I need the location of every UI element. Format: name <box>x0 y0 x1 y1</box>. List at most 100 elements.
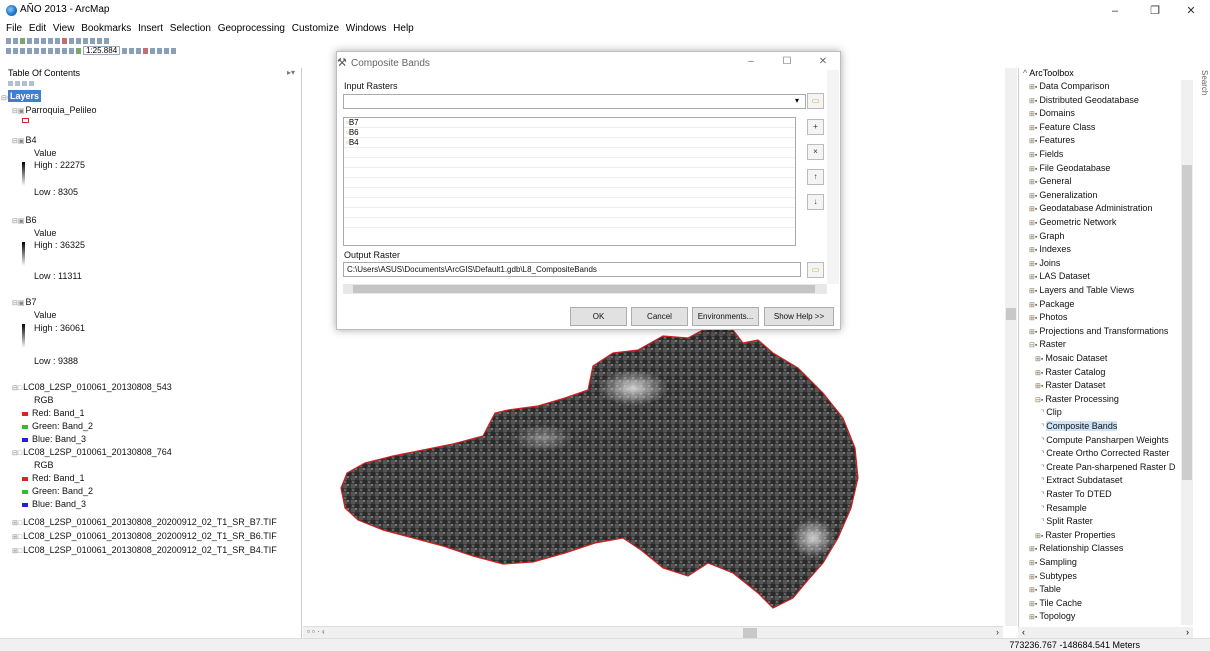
menu-view[interactable]: View <box>53 23 75 34</box>
map-vertical-scrollbar[interactable] <box>1005 68 1017 626</box>
toolbox-item[interactable]: ⊞▪ Features <box>1029 134 1075 147</box>
toolbox-item[interactable]: ⊞▪ Indexes <box>1029 243 1071 256</box>
toolbox-item[interactable]: ⌝ Raster To DTED <box>1041 488 1112 501</box>
menu-customize[interactable]: Customize <box>292 23 339 34</box>
layer-composite-764[interactable]: ⊟□LC08_L2SP_010061_20130808_764 <box>12 447 172 457</box>
paste-icon[interactable] <box>48 47 53 54</box>
toolbox-item[interactable]: ⊞▪ Domains <box>1029 107 1075 120</box>
input-rasters-list[interactable]: ▫B7 ▫B6 ▫B4 <box>343 117 796 246</box>
open-icon[interactable] <box>13 47 18 54</box>
close-button[interactable]: ✕ <box>1176 2 1206 20</box>
toolbox-item[interactable]: ⌝ Composite Bands <box>1041 420 1118 433</box>
scroll-thumb[interactable] <box>743 628 757 638</box>
dialog-vertical-scrollbar[interactable] <box>827 70 839 284</box>
fixed-zoom-out-icon[interactable] <box>41 37 46 44</box>
scroll-thumb[interactable] <box>1006 308 1016 320</box>
toolbox-item[interactable]: ⊞▪ General <box>1029 175 1071 188</box>
toolbox-item[interactable]: ⊞▪ Graph <box>1029 230 1064 243</box>
full-extent-icon[interactable] <box>27 37 32 44</box>
back-icon[interactable] <box>48 37 53 44</box>
toolbox-item[interactable]: ⊞▪ Relationship Classes <box>1029 542 1123 555</box>
auto-hide-pin-icon[interactable]: ▸▾ <box>287 68 295 77</box>
list-by-source-icon[interactable] <box>15 81 20 86</box>
editor-icon[interactable] <box>122 47 128 54</box>
search-tab[interactable]: Search <box>1199 70 1209 110</box>
show-help-button[interactable]: Show Help >> <box>764 307 834 326</box>
ok-button[interactable]: OK <box>570 307 627 326</box>
menu-geoprocessing[interactable]: Geoprocessing <box>218 23 285 34</box>
arctoolbox-icon[interactable] <box>143 47 149 54</box>
help-icon[interactable] <box>171 47 177 54</box>
menu-bookmarks[interactable]: Bookmarks <box>81 23 131 34</box>
save-icon[interactable] <box>20 47 25 54</box>
delete-icon[interactable] <box>55 47 60 54</box>
toolbox-item[interactable]: ⌝ Extract Subdataset <box>1041 474 1122 487</box>
hyperlink-icon[interactable] <box>104 37 109 44</box>
toolbox-item[interactable]: ⊞▪ Geodatabase Administration <box>1029 202 1152 215</box>
toolbox-item[interactable]: ⊞▪ Layers and Table Views <box>1029 284 1134 297</box>
toolbox-item[interactable]: ⊞▪ Joins <box>1029 257 1060 270</box>
dialog-minimize-button[interactable]: – <box>741 56 761 67</box>
dialog-close-button[interactable]: ✕ <box>813 56 833 67</box>
c764-green-band[interactable]: Green: Band_2 <box>22 486 93 496</box>
toolbox-item[interactable]: ⊞▪ Generalization <box>1029 189 1097 202</box>
layer-tif-b4[interactable]: ⊞□LC08_L2SP_010061_20130808_20200912_02_… <box>12 545 277 555</box>
copy-icon[interactable] <box>41 47 46 54</box>
layer-parroquia[interactable]: ⊟▣Parroquia_Pelileo <box>12 105 97 115</box>
toolbox-item[interactable]: ⊞▪ Raster Dataset <box>1035 379 1105 392</box>
toolbox-item[interactable]: ⌝ Clip <box>1041 406 1062 419</box>
b4-color-ramp[interactable] <box>22 162 25 186</box>
add-data-icon[interactable] <box>76 47 81 54</box>
layer-b6[interactable]: ⊟▣B6 <box>12 215 37 225</box>
scroll-thumb[interactable] <box>1182 165 1192 480</box>
maximize-button[interactable]: ❐ <box>1140 2 1170 20</box>
layer-tif-b6[interactable]: ⊞□LC08_L2SP_010061_20130808_20200912_02_… <box>12 531 277 541</box>
toolbox-item[interactable]: ⊞▪ Tile Cache <box>1029 597 1082 610</box>
list-item[interactable]: ▫B6 <box>344 128 795 138</box>
modelbuilder-icon[interactable] <box>157 47 163 54</box>
c764-blue-band[interactable]: Blue: Band_3 <box>22 499 86 509</box>
select-elements-icon[interactable] <box>76 37 81 44</box>
toolbox-horizontal-scrollbar[interactable]: ‹ › <box>1018 627 1193 638</box>
toolbox-item[interactable]: ⊞▪ File Geodatabase <box>1029 162 1110 175</box>
chevron-up-icon[interactable]: ^ <box>1023 68 1027 78</box>
toolbox-item[interactable]: ⊞▪ Geometric Network <box>1029 216 1116 229</box>
menu-selection[interactable]: Selection <box>170 23 211 34</box>
toolbox-item[interactable]: ⊟▪ Raster <box>1029 338 1066 351</box>
toolbox-item[interactable]: ⌝ Create Pan-sharpened Raster D <box>1041 461 1175 474</box>
toolbox-item[interactable]: ⌝ Split Raster <box>1041 515 1093 528</box>
b6-color-ramp[interactable] <box>22 242 25 266</box>
parroquia-boundary-polygon[interactable] <box>340 327 859 609</box>
toolbox-item[interactable]: ⊞▪ Table <box>1029 583 1061 596</box>
add-item-button[interactable]: + <box>807 119 824 135</box>
scroll-left-icon[interactable]: ‹ <box>1022 627 1025 637</box>
minimize-button[interactable]: – <box>1100 2 1130 20</box>
move-down-button[interactable]: ↓ <box>807 194 824 210</box>
dialog-maximize-button[interactable]: ☐ <box>777 56 797 67</box>
move-up-button[interactable]: ↑ <box>807 169 824 185</box>
layout-view-icon[interactable]: ▫ ▫ · ‹ <box>307 627 325 636</box>
c543-red-band[interactable]: Red: Band_1 <box>22 408 85 418</box>
scroll-right-icon[interactable]: › <box>996 627 999 637</box>
toolbox-vertical-scrollbar[interactable] <box>1181 80 1193 625</box>
measure-icon[interactable] <box>97 37 102 44</box>
toc-icon[interactable] <box>129 47 135 54</box>
list-by-visibility-icon[interactable] <box>22 81 27 86</box>
redo-icon[interactable] <box>69 47 74 54</box>
menu-insert[interactable]: Insert <box>138 23 163 34</box>
cut-icon[interactable] <box>34 47 39 54</box>
output-raster-field[interactable]: C:\Users\ASUS\Documents\ArcGIS\Default1.… <box>343 262 801 277</box>
browse-output-button[interactable]: ▭ <box>807 262 824 278</box>
input-rasters-field[interactable] <box>343 94 806 109</box>
list-by-drawing-order-icon[interactable] <box>8 81 13 86</box>
layer-b4[interactable]: ⊟▣B4 <box>12 135 37 145</box>
b7-color-ramp[interactable] <box>22 324 25 348</box>
toolbox-item[interactable]: ⊞▪ Feature Class <box>1029 121 1095 134</box>
toolbox-item[interactable]: ⊞▪ Topology <box>1029 610 1075 623</box>
toolbox-item[interactable]: ⊞▪ Data Comparison <box>1029 80 1109 93</box>
undo-icon[interactable] <box>62 47 67 54</box>
c543-green-band[interactable]: Green: Band_2 <box>22 421 93 431</box>
layer-tif-b7[interactable]: ⊞□LC08_L2SP_010061_20130808_20200912_02_… <box>12 517 277 527</box>
scroll-right-icon[interactable]: › <box>1186 627 1189 637</box>
list-item[interactable]: ▫B7 <box>344 118 795 128</box>
